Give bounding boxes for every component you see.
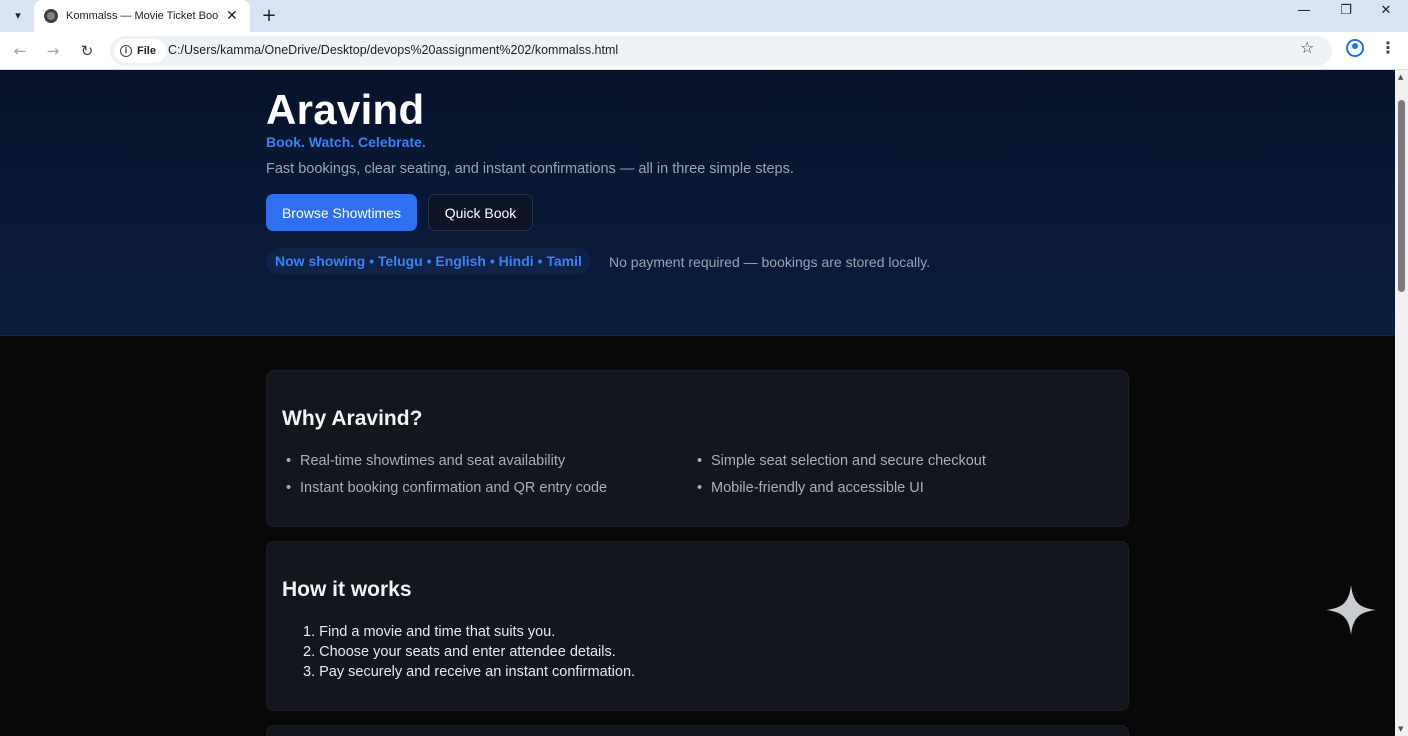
feature-item: Mobile-friendly and accessible UI (697, 480, 924, 496)
window-close-button[interactable]: ✕ (1366, 0, 1406, 20)
payment-note: No payment required — bookings are store… (609, 254, 931, 270)
brand-title: Aravind (266, 86, 425, 133)
how-card: How it works 1. Find a movie and time th… (266, 541, 1129, 711)
site-chip-label: File (137, 45, 156, 57)
why-card: Why Aravind? Real-time showtimes and sea… (266, 370, 1129, 527)
how-title: How it works (282, 578, 412, 601)
tab-title: Kommalss — Movie Ticket Booking (66, 10, 218, 22)
url-text[interactable]: C:/Users/kamma/OneDrive/Desktop/devops%2… (168, 43, 618, 57)
hero-section: Aravind Book. Watch. Celebrate. Fast boo… (0, 70, 1395, 336)
chevron-down-icon[interactable]: ▾ (6, 4, 30, 26)
back-button[interactable]: ← (7, 38, 33, 64)
page-viewport: Aravind Book. Watch. Celebrate. Fast boo… (0, 70, 1395, 736)
scroll-down-arrow-icon[interactable]: ▼ (1398, 725, 1403, 733)
tab-strip: ▾ Kommalss — Movie Ticket Booking ✕ + — … (0, 0, 1408, 32)
close-icon[interactable]: ✕ (226, 8, 238, 24)
address-bar[interactable]: i File C:/Users/kamma/OneDrive/Desktop/d… (110, 36, 1332, 66)
step-item: 2. Choose your seats and enter attendee … (303, 644, 616, 660)
why-title: Why Aravind? (282, 407, 423, 430)
step-item: 3. Pay securely and receive an instant c… (303, 664, 636, 680)
star-icon[interactable]: ☆ (1300, 38, 1314, 57)
feature-item: Real-time showtimes and seat availabilit… (286, 453, 565, 469)
minimize-button[interactable]: — (1284, 0, 1324, 20)
feature-item: Instant booking confirmation and QR entr… (286, 480, 607, 496)
site-info-chip[interactable]: i File (114, 39, 166, 63)
info-icon: i (120, 45, 132, 57)
sparkle-icon[interactable] (1326, 585, 1376, 635)
browse-showtimes-button[interactable]: Browse Showtimes (266, 194, 417, 231)
now-showing-badge: Now showing • Telugu • English • Hindi •… (266, 248, 591, 274)
reload-button[interactable]: ↻ (74, 38, 100, 64)
hero-subtitle: Fast bookings, clear seating, and instan… (266, 161, 794, 177)
browser-tab[interactable]: Kommalss — Movie Ticket Booking ✕ (34, 0, 250, 32)
plus-icon[interactable]: + (258, 2, 280, 28)
more-menu-icon[interactable]: ⋮ (1380, 38, 1396, 57)
feature-item: Simple seat selection and secure checkou… (697, 453, 986, 469)
profile-icon[interactable] (1346, 39, 1364, 57)
quick-book-button[interactable]: Quick Book (428, 194, 533, 231)
globe-icon (44, 9, 58, 23)
page-scrollbar[interactable]: ▲ ▼ (1395, 70, 1408, 736)
next-card (266, 725, 1129, 736)
maximize-button[interactable]: ❐ (1326, 0, 1366, 20)
browser-toolbar: ← → ↻ i File C:/Users/kamma/OneDrive/Des… (0, 32, 1408, 70)
step-item: 1. Find a movie and time that suits you. (303, 624, 556, 640)
scroll-up-arrow-icon[interactable]: ▲ (1398, 73, 1403, 81)
scroll-thumb[interactable] (1398, 100, 1405, 292)
tagline: Book. Watch. Celebrate. (266, 134, 426, 150)
forward-button[interactable]: → (40, 38, 66, 64)
